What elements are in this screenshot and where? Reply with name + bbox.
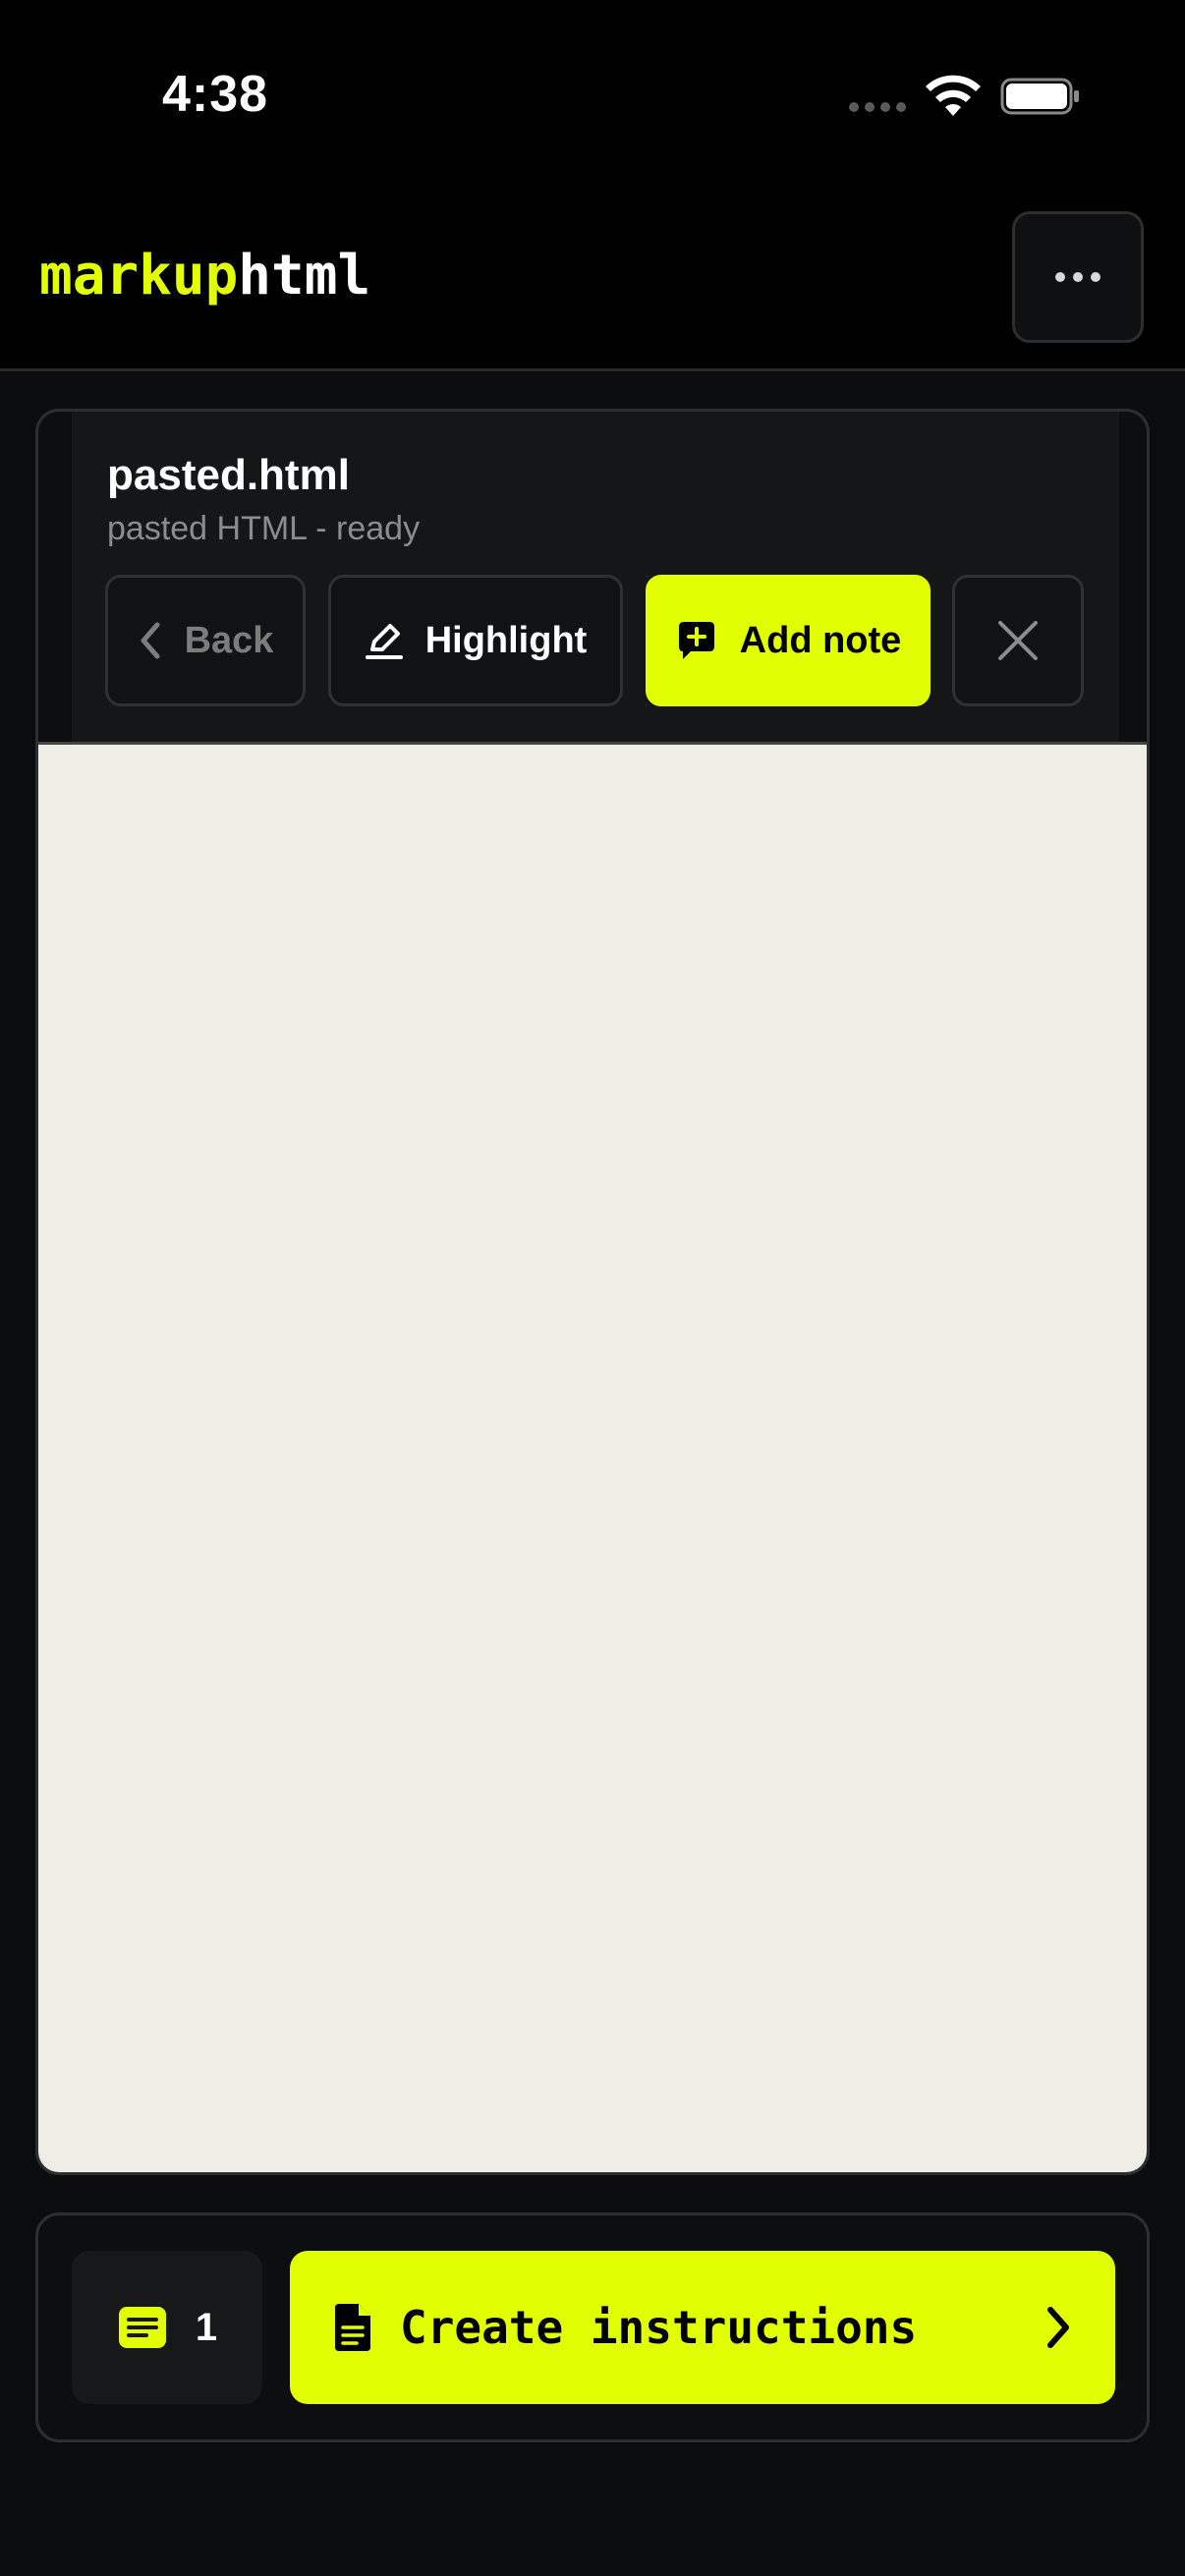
battery-icon: [1000, 78, 1079, 115]
status-time: 4:38: [162, 66, 269, 123]
create-instructions-label: Create instructions: [400, 2301, 918, 2354]
close-icon: [998, 621, 1038, 660]
comment-plus-icon: [678, 622, 714, 659]
ellipsis-icon-dot: [1055, 272, 1065, 282]
notes-count-button[interactable]: 1: [72, 2251, 262, 2404]
chevron-left-icon: [141, 622, 160, 659]
chevron-right-icon: [1047, 2307, 1069, 2348]
more-menu-button[interactable]: [1012, 211, 1144, 343]
back-label: Back: [184, 619, 274, 661]
ellipsis-icon-dot: [1073, 272, 1083, 282]
document-icon: [335, 2304, 370, 2351]
add-note-label: Add note: [739, 619, 902, 661]
close-button[interactable]: [952, 575, 1084, 706]
app-screen: 4:38 markuphtml pasted.html pasted HTML …: [0, 0, 1185, 2576]
ellipsis-icon-dot: [1091, 272, 1100, 282]
status-bar: 4:38: [0, 0, 1185, 187]
pencil-icon: [365, 624, 403, 659]
cellular-signal-icon: [849, 102, 906, 112]
logo-html: html: [238, 244, 371, 308]
app-header: markuphtml: [0, 187, 1185, 371]
highlight-button[interactable]: Highlight: [328, 575, 623, 706]
notes-count: 1: [195, 2305, 218, 2349]
document-preview[interactable]: [38, 742, 1147, 2172]
document-card: pasted.html pasted HTML - ready Back Hig…: [35, 409, 1150, 2175]
create-instructions-button[interactable]: Create instructions: [290, 2251, 1115, 2404]
wifi-icon: [926, 75, 981, 116]
document-title: pasted.html: [107, 451, 350, 499]
back-button[interactable]: Back: [105, 575, 306, 706]
bottom-action-bar: 1 Create instructions: [35, 2212, 1150, 2442]
highlight-label: Highlight: [424, 619, 588, 661]
app-logo: markuphtml: [39, 244, 370, 308]
document-status: pasted HTML - ready: [107, 510, 421, 547]
logo-markup: markup: [39, 244, 239, 308]
add-note-button[interactable]: Add note: [646, 575, 931, 706]
notes-icon: [118, 2307, 166, 2348]
